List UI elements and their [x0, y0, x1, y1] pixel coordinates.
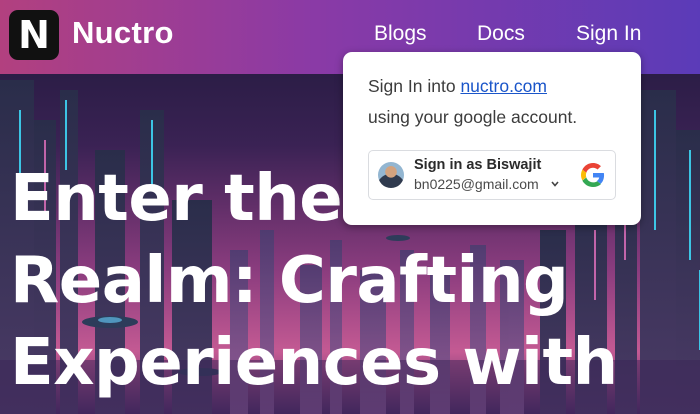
signin-prompt-line-1: Sign In into nuctro.com — [368, 76, 547, 97]
google-logo-icon — [581, 163, 605, 187]
nav-docs-link[interactable]: Docs — [477, 22, 525, 46]
google-account-button[interactable]: Sign in as Biswajit bn0225@gmail.com — [368, 150, 616, 200]
logo-letter: N — [18, 13, 50, 57]
account-name: Sign in as Biswajit — [414, 157, 542, 173]
signin-prompt-prefix: Sign In into — [368, 76, 456, 96]
account-email: bn0225@gmail.com — [414, 176, 539, 192]
google-signin-popup: Sign In into nuctro.com using your googl… — [343, 52, 641, 225]
logo[interactable]: N — [9, 10, 59, 60]
chevron-down-icon[interactable] — [551, 180, 559, 188]
nav-sign-in-link[interactable]: Sign In — [576, 22, 641, 46]
site-link[interactable]: nuctro.com — [460, 76, 547, 96]
nav-blogs-link[interactable]: Blogs — [374, 22, 427, 46]
avatar — [378, 162, 404, 188]
hero-line-2: Realm: Crafting — [10, 244, 569, 318]
hero-line-3: Experiences with — [10, 326, 618, 400]
signin-prompt-line-2: using your google account. — [368, 107, 578, 127]
brand-name[interactable]: Nuctro — [72, 15, 174, 51]
